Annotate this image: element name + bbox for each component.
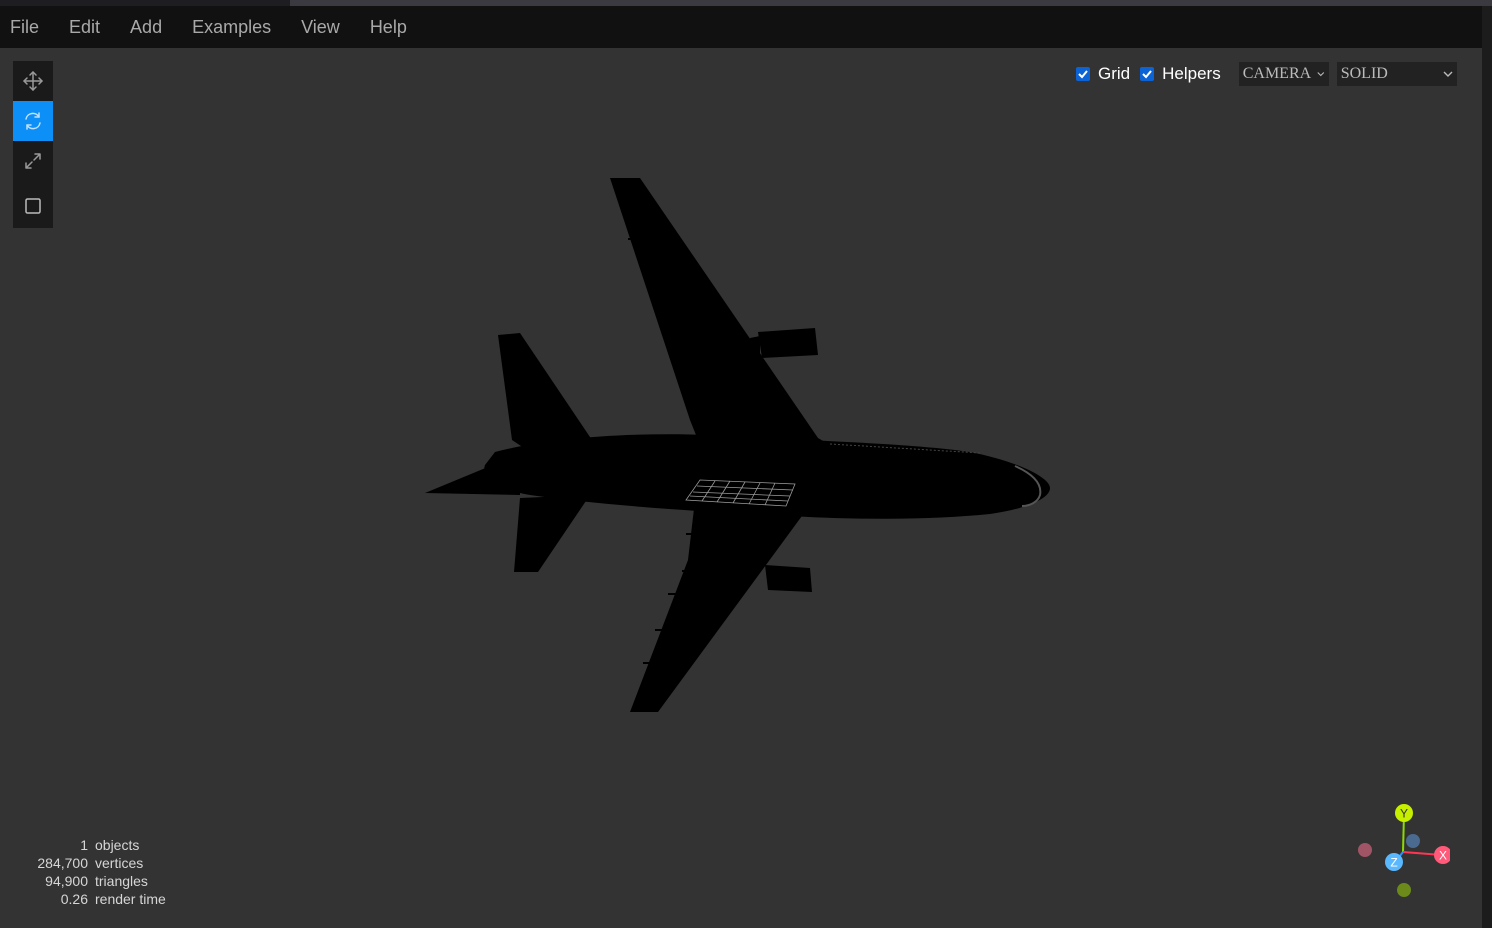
- axis-x-label: X: [1439, 849, 1447, 863]
- shading-select[interactable]: SOLID: [1336, 62, 1457, 86]
- stat-label: vertices: [95, 855, 144, 871]
- stat-row: 0.26 render time: [20, 890, 166, 908]
- airplane-model[interactable]: [0, 48, 1482, 928]
- check-icon: [1142, 70, 1152, 79]
- stat-value: 284,700: [37, 855, 88, 871]
- stat-label: render time: [95, 891, 166, 907]
- stat-row: 1 objects: [20, 836, 166, 854]
- move-icon: [23, 71, 43, 91]
- menu-examples[interactable]: Examples: [177, 6, 286, 48]
- rotate-icon: [25, 112, 41, 130]
- camera-select[interactable]: CAMERA: [1238, 62, 1329, 86]
- menu-help[interactable]: Help: [355, 6, 422, 48]
- axis-neg-z-dot[interactable]: [1406, 834, 1420, 848]
- menu-view[interactable]: View: [286, 6, 355, 48]
- upper-stabilizer: [498, 333, 592, 452]
- chevron-down-icon: [1443, 71, 1453, 77]
- upper-engine: [758, 328, 818, 358]
- lower-stabilizer: [514, 495, 590, 572]
- square-icon: [25, 197, 41, 214]
- sidebar-edge: [1482, 6, 1492, 928]
- stat-label: objects: [95, 837, 140, 853]
- viewport-controls: Grid Helpers CAMERA SOLID: [1076, 62, 1457, 86]
- stat-label: triangles: [95, 873, 148, 889]
- stat-value: 0.26: [60, 891, 88, 907]
- lower-wing: [630, 500, 810, 712]
- translate-button[interactable]: [13, 61, 53, 101]
- camera-select-value: CAMERA: [1242, 65, 1312, 82]
- menu-add[interactable]: Add: [115, 6, 177, 48]
- stat-value: 1: [80, 837, 88, 853]
- stat-row: 284,700 vertices: [20, 854, 166, 872]
- axes-helper[interactable]: Y X Z: [1350, 800, 1450, 900]
- menu-edit[interactable]: Edit: [54, 6, 115, 48]
- chevron-down-icon: [1317, 72, 1325, 77]
- helpers-toggle[interactable]: Helpers: [1140, 64, 1221, 84]
- helpers-label: Helpers: [1162, 64, 1221, 83]
- axis-y-label: Y: [1400, 807, 1408, 821]
- local-space-button[interactable]: [13, 183, 53, 228]
- scale-button[interactable]: [13, 141, 53, 181]
- upper-wing: [610, 178, 830, 445]
- shading-select-value: SOLID: [1340, 65, 1388, 82]
- scale-icon: [25, 153, 41, 169]
- menu-file[interactable]: File: [0, 6, 54, 48]
- transform-toolbar: [13, 61, 53, 228]
- rotate-button[interactable]: [13, 101, 53, 141]
- check-icon: [1078, 70, 1088, 79]
- helpers-checkbox[interactable]: [1140, 67, 1155, 81]
- lower-engine: [765, 565, 812, 592]
- grid-label: Grid: [1098, 64, 1131, 83]
- render-stats: 1 objects 284,700 vertices 94,900 triang…: [20, 836, 166, 908]
- stat-row: 94,900 triangles: [20, 872, 166, 890]
- axis-neg-y-dot[interactable]: [1397, 883, 1411, 897]
- axis-z-label: Z: [1390, 856, 1397, 870]
- grid-toggle[interactable]: Grid: [1076, 64, 1130, 84]
- stat-value: 94,900: [45, 873, 88, 889]
- menubar: File Edit Add Examples View Help: [0, 6, 1482, 48]
- axis-neg-x-dot[interactable]: [1358, 843, 1372, 857]
- grid-checkbox[interactable]: [1076, 67, 1090, 81]
- 3d-viewport[interactable]: [0, 48, 1482, 928]
